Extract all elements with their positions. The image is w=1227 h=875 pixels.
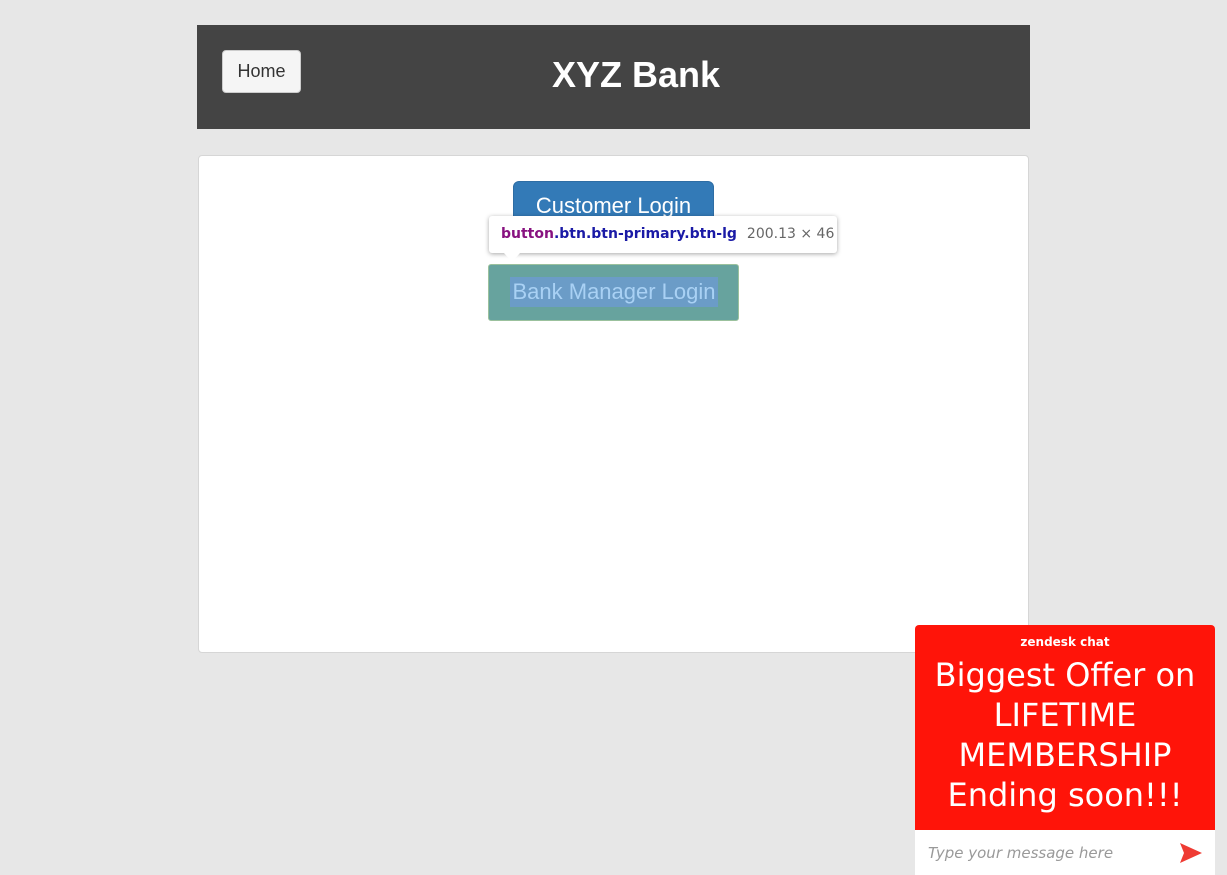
send-icon bbox=[1180, 843, 1202, 863]
tooltip-tag: button bbox=[501, 226, 554, 242]
chat-banner[interactable]: zendesk chat Biggest Offer on LIFETIME M… bbox=[915, 625, 1215, 830]
home-button[interactable]: Home bbox=[222, 50, 301, 93]
tooltip-classes: .btn.btn-primary.btn-lg bbox=[553, 226, 737, 242]
devtools-inspector-tooltip: button.btn.btn-primary.btn-lg 200.13 × 46 bbox=[489, 216, 837, 253]
tooltip-size: 200.13 × 46 bbox=[746, 226, 835, 242]
send-button[interactable] bbox=[1177, 839, 1205, 867]
app-header: Home XYZ Bank bbox=[197, 25, 1030, 129]
chat-offer-text: Biggest Offer on LIFETIME MEMBERSHIP End… bbox=[934, 656, 1196, 814]
page-title: XYZ Bank bbox=[552, 54, 721, 95]
chat-brand: zendesk chat bbox=[1020, 635, 1110, 649]
chat-message-input[interactable] bbox=[915, 830, 1173, 875]
bank-manager-login-button[interactable]: Bank Manager Login bbox=[488, 264, 739, 321]
tooltip-arrow bbox=[504, 253, 520, 262]
bank-manager-login-label: Bank Manager Login bbox=[510, 277, 718, 307]
zendesk-chat-widget: zendesk chat Biggest Offer on LIFETIME M… bbox=[915, 625, 1215, 875]
